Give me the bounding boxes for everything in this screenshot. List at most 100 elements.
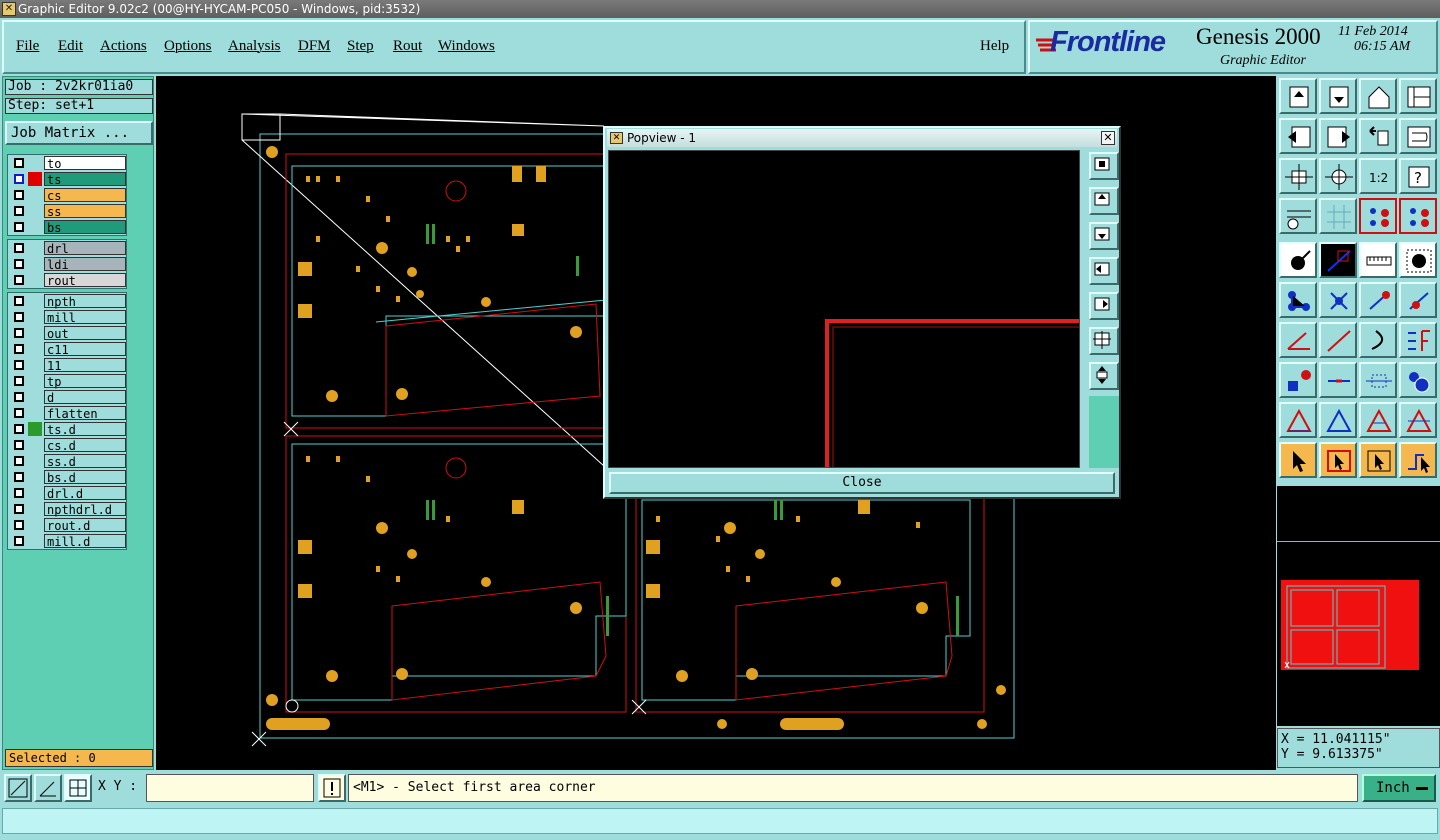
popview-pan-right-button[interactable] bbox=[1089, 292, 1119, 320]
menu-file[interactable]: File bbox=[16, 38, 39, 55]
popview-fit-button[interactable] bbox=[1089, 362, 1119, 390]
layer-name[interactable]: 11 bbox=[44, 358, 126, 373]
tool-settings-icon[interactable] bbox=[1279, 198, 1317, 234]
overview-map[interactable] bbox=[1277, 542, 1440, 674]
layer-name[interactable]: tp bbox=[44, 374, 126, 389]
zoom-fit-icon[interactable] bbox=[1279, 158, 1317, 194]
layer-row[interactable]: ldi bbox=[8, 256, 126, 272]
angle-icon[interactable] bbox=[1279, 322, 1317, 358]
layer-checkbox[interactable] bbox=[14, 259, 24, 269]
popview-pan-up-button[interactable] bbox=[1089, 187, 1119, 215]
undo-zoom-icon[interactable] bbox=[1359, 118, 1397, 154]
dot-select-icon[interactable] bbox=[1399, 242, 1437, 278]
layer-name[interactable]: bs.d bbox=[44, 470, 126, 485]
layer-checkbox[interactable] bbox=[14, 360, 24, 370]
layer-name[interactable]: out bbox=[44, 326, 126, 341]
layer-name[interactable]: bs bbox=[44, 220, 126, 235]
layer-row[interactable]: out bbox=[8, 325, 126, 341]
menu-dfm[interactable]: DFM bbox=[298, 38, 331, 55]
layer-row[interactable]: ts bbox=[8, 171, 126, 187]
layer-name[interactable]: to bbox=[44, 156, 126, 171]
snap-pin-icon[interactable] bbox=[1399, 198, 1437, 234]
pointer-box-icon[interactable] bbox=[1319, 442, 1357, 478]
triangle-select-icon[interactable] bbox=[1279, 402, 1317, 438]
popview-titlebar[interactable]: ✕ Popview - 1 ✕ bbox=[607, 129, 1117, 147]
layer-name[interactable]: rout.d bbox=[44, 518, 126, 533]
layer-checkbox[interactable] bbox=[14, 392, 24, 402]
layer-checkbox[interactable] bbox=[14, 296, 24, 306]
popview-zoom-out-button[interactable] bbox=[1089, 327, 1119, 355]
menu-help[interactable]: Help bbox=[980, 38, 1009, 55]
layer-row[interactable]: 11 bbox=[8, 357, 126, 373]
popview-zoom-in-button[interactable] bbox=[1089, 152, 1119, 180]
layer-checkbox[interactable] bbox=[14, 328, 24, 338]
measure-line-icon[interactable] bbox=[1319, 242, 1357, 278]
layer-row[interactable]: rout.d bbox=[8, 517, 126, 533]
pointer-net-icon[interactable] bbox=[1359, 442, 1397, 478]
ruler-icon[interactable] bbox=[1359, 242, 1397, 278]
line-point-icon[interactable] bbox=[1359, 282, 1397, 318]
layer-row[interactable]: bs bbox=[8, 219, 126, 235]
job-matrix-button[interactable]: Job Matrix ... bbox=[5, 121, 153, 145]
layer-name[interactable]: cs.d bbox=[44, 438, 126, 453]
layer-row[interactable]: rout bbox=[8, 272, 126, 288]
delete-node-icon[interactable] bbox=[1319, 282, 1357, 318]
scale-1-to-2-icon[interactable]: 1:2 bbox=[1359, 158, 1397, 194]
layer-checkbox[interactable] bbox=[14, 174, 24, 184]
layer-checkbox[interactable] bbox=[14, 488, 24, 498]
popview-close-button[interactable]: Close bbox=[609, 472, 1115, 494]
layer-checkbox[interactable] bbox=[14, 243, 24, 253]
align-icon[interactable] bbox=[1399, 322, 1437, 358]
layer-name[interactable]: npth bbox=[44, 294, 126, 309]
pointer-route-icon[interactable] bbox=[1399, 442, 1437, 478]
layer-name[interactable]: npthdrl.d bbox=[44, 502, 126, 517]
layer-name[interactable]: c11 bbox=[44, 342, 126, 357]
warning-icon[interactable] bbox=[318, 774, 346, 802]
layer-row[interactable]: npthdrl.d bbox=[8, 501, 126, 517]
zoom-home-icon[interactable] bbox=[1279, 78, 1317, 114]
menu-windows[interactable]: Windows bbox=[438, 38, 495, 55]
layer-row[interactable]: drl.d bbox=[8, 485, 126, 501]
layer-name[interactable]: ldi bbox=[44, 257, 126, 272]
layer-checkbox[interactable] bbox=[14, 472, 24, 482]
layer-row[interactable]: flatten bbox=[8, 405, 126, 421]
snap-component-icon[interactable] bbox=[1359, 198, 1397, 234]
stretch-icon[interactable] bbox=[1359, 362, 1397, 398]
menu-analysis[interactable]: Analysis bbox=[228, 38, 281, 55]
layer-checkbox[interactable] bbox=[14, 504, 24, 514]
diagonal-line-icon[interactable] bbox=[1319, 322, 1357, 358]
layer-checkbox[interactable] bbox=[14, 158, 24, 168]
window-split-icon[interactable] bbox=[1399, 78, 1437, 114]
select-pad-icon[interactable] bbox=[1279, 242, 1317, 278]
menu-options[interactable]: Options bbox=[164, 38, 212, 55]
layer-checkbox[interactable] bbox=[14, 376, 24, 386]
layer-row[interactable]: cs.d bbox=[8, 437, 126, 453]
home-icon[interactable] bbox=[1359, 78, 1397, 114]
popview-canvas[interactable] bbox=[608, 150, 1080, 468]
layer-row[interactable]: mill bbox=[8, 309, 126, 325]
layer-checkbox[interactable] bbox=[14, 275, 24, 285]
layer-checkbox[interactable] bbox=[14, 536, 24, 546]
xy-input[interactable] bbox=[146, 774, 314, 802]
layer-name[interactable]: d bbox=[44, 390, 126, 405]
menu-rout[interactable]: Rout bbox=[393, 38, 422, 55]
zoom-window-icon[interactable] bbox=[4, 774, 32, 802]
layer-checkbox[interactable] bbox=[14, 190, 24, 200]
layer-name[interactable]: drl bbox=[44, 241, 126, 256]
help-icon[interactable]: ? bbox=[1399, 158, 1437, 194]
measure-icon[interactable] bbox=[34, 774, 62, 802]
split-line-icon[interactable] bbox=[1319, 362, 1357, 398]
layer-name[interactable]: ss.d bbox=[44, 454, 126, 469]
layer-checkbox[interactable] bbox=[14, 312, 24, 322]
menu-actions[interactable]: Actions bbox=[100, 38, 147, 55]
popview-window[interactable]: ✕ Popview - 1 ✕ Close bbox=[603, 126, 1121, 499]
layer-row[interactable]: d bbox=[8, 389, 126, 405]
layer-checkbox[interactable] bbox=[14, 344, 24, 354]
zoom-back-icon[interactable] bbox=[1319, 78, 1357, 114]
layer-name[interactable]: drl.d bbox=[44, 486, 126, 501]
triangle-edge-icon[interactable] bbox=[1359, 402, 1397, 438]
layer-row[interactable]: cs bbox=[8, 187, 126, 203]
popview-pan-left-button[interactable] bbox=[1089, 257, 1119, 285]
arc-icon[interactable] bbox=[1359, 322, 1397, 358]
layer-row[interactable]: to bbox=[8, 155, 126, 171]
